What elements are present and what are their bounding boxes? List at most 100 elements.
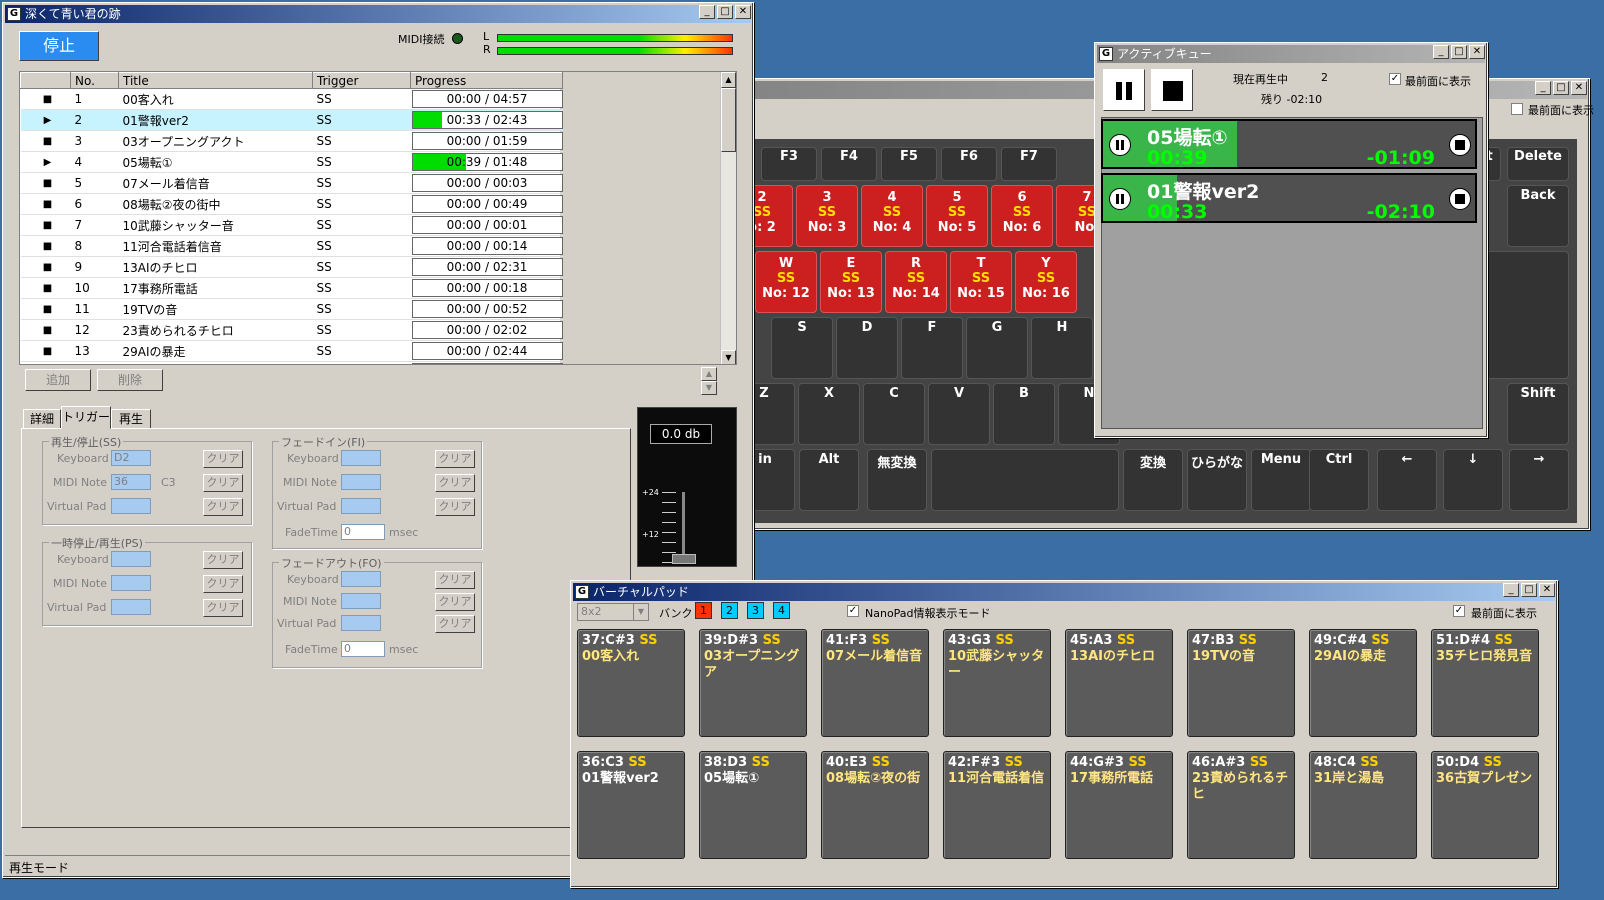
ss-keyboard-clear-button[interactable]: クリア [203,450,243,468]
fi-midi-clear-button[interactable]: クリア [435,474,475,492]
cue-topmost-checkbox[interactable]: ✓ [1389,73,1401,85]
fi-keyboard-field[interactable] [341,450,381,466]
virtual-pad[interactable]: 51:D#4 SS 35チヒロ発見音 [1431,629,1539,737]
table-row[interactable]: ■ 8 11河合電話着信音 SS 00:00 / 00:14 [20,235,563,257]
bank-button-2[interactable]: 2 [721,602,738,619]
vertical-scrollbar[interactable]: ▲ ▼ [720,72,736,364]
key-shift[interactable]: Shift [1507,383,1569,445]
ps-midi-field[interactable] [111,575,151,591]
virtual-pad[interactable]: 38:D3 SS 05場転① [699,751,807,859]
fo-vpad-clear-button[interactable]: クリア [435,615,475,633]
key-mod-3[interactable]: 変換 [1123,449,1183,511]
key-s[interactable]: S [771,317,833,379]
key-b[interactable]: B [993,383,1055,445]
minimize-icon[interactable]: _ [1503,583,1519,597]
table-row[interactable]: ■ 11 19TVの音 SS 00:00 / 00:52 [20,298,563,320]
maximize-icon[interactable]: □ [1553,81,1569,95]
tab-play[interactable]: 再生 [111,409,151,429]
key-x[interactable]: X [798,383,860,445]
key-mod-5[interactable]: Menu [1251,449,1311,511]
close-icon[interactable]: ✕ [1571,81,1587,95]
bank-button-1[interactable]: 1 [695,602,712,619]
key-6[interactable]: 6 SS No: 6 [991,185,1053,247]
ps-keyboard-field[interactable] [111,551,151,567]
col-trigger[interactable]: Trigger [312,72,411,89]
virtual-pad[interactable]: 46:A#3 SS 23責められるチヒ [1187,751,1295,859]
fi-vpad-field[interactable] [341,498,381,514]
key-w[interactable]: W SS No: 12 [755,251,817,313]
virtual-pad[interactable]: 48:C4 SS 31岸と湯島 [1309,751,1417,859]
virtual-pad[interactable]: 36:C3 SS 01警報ver2 [577,751,685,859]
table-row[interactable]: ▶ 4 05場転① SS 00:39 / 01:48 [20,151,563,173]
ps-midi-clear-button[interactable]: クリア [203,575,243,593]
stop-all-button[interactable] [1151,69,1193,111]
cue-stop-button[interactable] [1449,188,1471,210]
virtual-pad[interactable]: 47:B3 SS 19TVの音 [1187,629,1295,737]
key-t[interactable]: T SS No: 15 [950,251,1012,313]
close-icon[interactable]: ✕ [735,5,751,19]
tab-detail[interactable]: 詳細 [23,409,61,429]
key-3[interactable]: 3 SS No: 3 [796,185,858,247]
key-y[interactable]: Y SS No: 16 [1015,251,1077,313]
table-row[interactable]: ■ 12 23責められるチヒロ SS 00:00 / 02:02 [20,319,563,341]
virtual-pad[interactable]: 50:D4 SS 36古賀プレゼン [1431,751,1539,859]
key-mod-1[interactable]: Alt [799,449,859,511]
minimize-icon[interactable]: _ [1433,45,1449,59]
key-enter[interactable] [1483,251,1569,379]
fo-vpad-field[interactable] [341,615,381,631]
nanopad-checkbox[interactable]: ✓ [847,605,859,617]
ps-vpad-field[interactable] [111,599,151,615]
key-delete[interactable]: Delete [1507,147,1569,181]
fo-fadetime-field[interactable]: 0 [341,641,385,657]
ps-vpad-clear-button[interactable]: クリア [203,599,243,617]
fi-keyboard-clear-button[interactable]: クリア [435,450,475,468]
ss-midi-field[interactable]: 36 [111,474,151,490]
cue-pause-button[interactable] [1109,134,1131,156]
key-mod-7[interactable]: ← [1377,449,1437,511]
key-r[interactable]: R SS No: 14 [885,251,947,313]
fo-midi-field[interactable] [341,593,381,609]
key-mod-6[interactable]: Ctrl [1309,449,1369,511]
list-move-down-icon[interactable]: ▼ [701,381,717,395]
fi-fadetime-field[interactable]: 0 [341,524,385,540]
table-row[interactable]: ■ 9 13AIのチヒロ SS 00:00 / 02:31 [20,256,563,278]
key-backspace[interactable]: Back [1507,185,1569,247]
virtual-pad[interactable]: 39:D#3 SS 03オープニングア [699,629,807,737]
maximize-icon[interactable]: □ [717,5,733,19]
virtual-pad[interactable]: 40:E3 SS 08場転②夜の街 [821,751,929,859]
cue-pause-button[interactable] [1109,188,1131,210]
col-icon[interactable] [20,72,71,89]
key-space[interactable] [931,449,1119,511]
fo-keyboard-clear-button[interactable]: クリア [435,571,475,589]
close-icon[interactable]: ✕ [1539,583,1555,597]
stop-button[interactable]: 停止 [19,31,99,61]
scroll-thumb[interactable] [721,88,736,152]
fi-vpad-clear-button[interactable]: クリア [435,498,475,516]
fader-handle[interactable] [672,554,696,564]
col-no[interactable]: No. [70,72,119,89]
key-mod-9[interactable]: → [1509,449,1569,511]
layout-select[interactable]: 8x2 ▼ [577,603,649,621]
table-row[interactable]: ■ 7 10武藤シャッター音 SS 00:00 / 00:01 [20,214,563,236]
maximize-icon[interactable]: □ [1521,583,1537,597]
key-mod-2[interactable]: 無変換 [867,449,927,511]
key-4[interactable]: 4 SS No: 4 [861,185,923,247]
key-mod-8[interactable]: ↓ [1443,449,1503,511]
add-button[interactable]: 追加 [25,369,91,391]
fi-midi-field[interactable] [341,474,381,490]
ss-vpad-clear-button[interactable]: クリア [203,498,243,516]
key-d[interactable]: D [836,317,898,379]
bank-button-3[interactable]: 3 [747,602,764,619]
key-f4[interactable]: F4 [821,147,877,181]
active-cue-item[interactable]: 01警報ver2 00:33 -02:10 [1101,173,1477,223]
table-row[interactable]: ■ 1 00客入れ SS 00:00 / 04:57 [20,88,563,110]
scroll-up-icon[interactable]: ▲ [721,72,736,88]
active-cue-item[interactable]: 05場転① 00:39 -01:09 [1101,119,1477,169]
key-f6[interactable]: F6 [941,147,997,181]
bank-button-4[interactable]: 4 [773,602,790,619]
table-row[interactable]: ■ 10 17事務所電話 SS 00:00 / 00:18 [20,277,563,299]
virtual-pad[interactable]: 44:G#3 SS 17事務所電話 [1065,751,1173,859]
key-g[interactable]: G [966,317,1028,379]
key-f7[interactable]: F7 [1001,147,1057,181]
pause-all-button[interactable] [1103,69,1145,111]
